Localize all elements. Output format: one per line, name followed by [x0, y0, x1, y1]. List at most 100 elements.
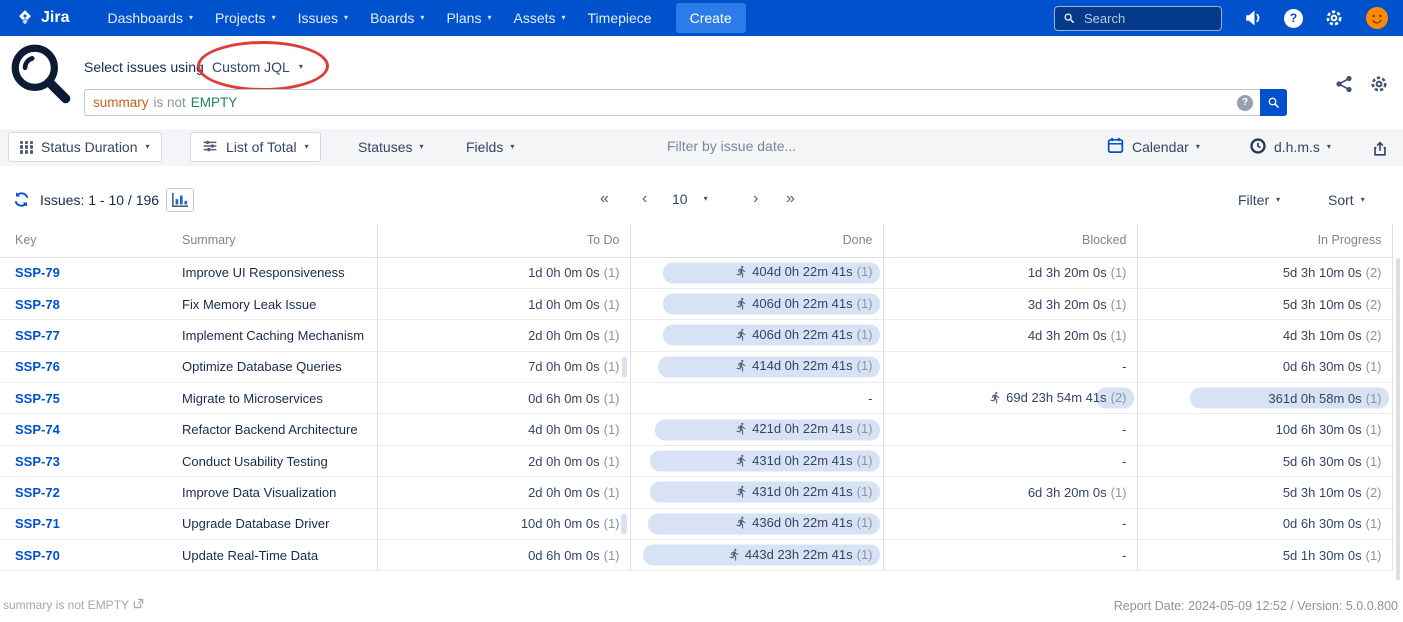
- create-button[interactable]: Create: [676, 3, 746, 33]
- blocked-duration-cell: -: [883, 508, 1137, 539]
- share-icon[interactable]: [1334, 74, 1354, 94]
- nav-item-projects[interactable]: Projects▾: [205, 4, 286, 32]
- duration-count: (2): [1111, 390, 1127, 405]
- table-scrollbar[interactable]: [1396, 258, 1400, 580]
- fields-label: Fields: [466, 139, 503, 155]
- issue-key-link[interactable]: SSP-75: [15, 391, 60, 406]
- duration-text: 404d 0h 22m 41s: [752, 264, 852, 279]
- footer-jql-link[interactable]: summary is not EMPTY: [3, 598, 144, 612]
- table-row: SSP-75Migrate to Microservices0d 6h 0m 0…: [0, 383, 1392, 414]
- report-type-select[interactable]: Status Duration ▾: [8, 132, 162, 162]
- list-type-select[interactable]: List of Total ▾: [190, 132, 321, 162]
- duration-value: 4d 3h 20m 0s(1): [1028, 328, 1127, 343]
- inprogress-duration-cell: 361d 0h 58m 0s(1): [1137, 383, 1392, 414]
- first-page-button[interactable]: «: [600, 191, 609, 207]
- done-duration-cell: 431d 0h 22m 41s(1): [630, 445, 883, 476]
- issue-key-link[interactable]: SSP-74: [15, 422, 60, 437]
- page-size-value: 10: [672, 191, 688, 207]
- report-settings-gear-icon[interactable]: [1369, 74, 1389, 94]
- duration-bar: [622, 356, 627, 377]
- fields-dropdown[interactable]: Fields ▾: [466, 132, 514, 162]
- empty-duration: -: [1122, 516, 1126, 531]
- jql-help-icon[interactable]: ?: [1237, 95, 1253, 111]
- blocked-duration-cell: 6d 3h 20m 0s(1): [883, 477, 1137, 508]
- duration-count: (1): [604, 359, 620, 374]
- duration-count: (1): [604, 328, 620, 343]
- duration-value: 443d 23h 22m 41s(1): [728, 547, 873, 562]
- duration-value: 4d 0h 0m 0s(1): [528, 422, 619, 437]
- nav-item-label: Plans: [446, 10, 481, 26]
- issue-summary: Refactor Backend Architecture: [180, 414, 377, 445]
- issue-key-link[interactable]: SSP-78: [15, 297, 60, 312]
- nav-item-label: Dashboards: [107, 10, 183, 26]
- help-icon[interactable]: ?: [1284, 9, 1303, 28]
- key-cell: SSP-76: [0, 351, 180, 382]
- jql-search-button[interactable]: [1260, 89, 1287, 116]
- search-input[interactable]: [1082, 10, 1213, 27]
- nav-item-timepiece[interactable]: Timepiece: [578, 4, 662, 32]
- issue-key-link[interactable]: SSP-71: [15, 516, 60, 531]
- filter-dropdown[interactable]: Filter ▾: [1238, 192, 1280, 208]
- duration-text: 406d 0h 22m 41s: [752, 296, 852, 311]
- todo-duration-cell: 2d 0h 0m 0s(1): [377, 477, 630, 508]
- duration-value: 2d 0h 0m 0s(1): [528, 454, 619, 469]
- table-row: SSP-72Improve Data Visualization2d 0h 0m…: [0, 477, 1392, 508]
- jira-logo[interactable]: Jira: [16, 9, 69, 27]
- nav-item-label: Assets: [513, 10, 555, 26]
- table-row: SSP-70Update Real-Time Data0d 6h 0m 0s(1…: [0, 540, 1392, 571]
- calendar-dropdown[interactable]: Calendar ▾: [1106, 132, 1200, 162]
- nav-item-issues[interactable]: Issues▾: [288, 4, 358, 32]
- issue-key-link[interactable]: SSP-73: [15, 454, 60, 469]
- last-page-button[interactable]: »: [786, 191, 795, 207]
- column-header-key: Key: [0, 224, 180, 257]
- issue-source-select[interactable]: Custom JQL ▾: [212, 53, 303, 81]
- statuses-dropdown[interactable]: Statuses ▾: [358, 132, 424, 162]
- sort-dropdown[interactable]: Sort ▾: [1328, 192, 1365, 208]
- column-header-blocked: Blocked: [883, 224, 1137, 257]
- todo-duration-cell: 2d 0h 0m 0s(1): [377, 445, 630, 476]
- announcements-icon[interactable]: [1243, 8, 1263, 28]
- issue-key-link[interactable]: SSP-72: [15, 485, 60, 500]
- prev-page-button[interactable]: ‹: [642, 191, 647, 207]
- column-header-done: Done: [630, 224, 883, 257]
- issues-table-section: KeySummaryTo DoDoneBlockedIn Progress SS…: [0, 224, 1403, 571]
- key-cell: SSP-79: [0, 257, 180, 288]
- duration-count: (1): [1366, 516, 1382, 531]
- nav-item-label: Projects: [215, 10, 266, 26]
- settings-gear-icon[interactable]: [1324, 8, 1344, 28]
- issue-key-link[interactable]: SSP-70: [15, 548, 60, 563]
- jql-input[interactable]: summary is not EMPTY ?: [84, 89, 1287, 116]
- nav-item-assets[interactable]: Assets▾: [503, 4, 575, 32]
- duration-count: (2): [1366, 265, 1382, 280]
- duration-text: 10d 6h 30m 0s: [1276, 422, 1362, 437]
- issue-date-filter-input[interactable]: Filter by issue date...: [667, 138, 796, 154]
- blocked-duration-cell: 69d 23h 54m 41s(2): [883, 383, 1137, 414]
- nav-item-boards[interactable]: Boards▾: [360, 4, 434, 32]
- nav-item-plans[interactable]: Plans▾: [436, 4, 501, 32]
- list-type-value: List of Total: [226, 139, 297, 155]
- export-icon[interactable]: [1371, 134, 1389, 164]
- calendar-label: Calendar: [1132, 139, 1189, 155]
- chart-view-button[interactable]: [166, 188, 194, 212]
- issue-key-link[interactable]: SSP-77: [15, 328, 60, 343]
- next-page-button[interactable]: ›: [753, 191, 758, 207]
- issue-key-link[interactable]: SSP-79: [15, 265, 60, 280]
- duration-count: (1): [604, 265, 620, 280]
- chevron-down-icon: ▾: [146, 143, 150, 151]
- duration-text: 431d 0h 22m 41s: [752, 453, 852, 468]
- blocked-duration-cell: 3d 3h 20m 0s(1): [883, 288, 1137, 319]
- user-avatar[interactable]: [1365, 6, 1389, 30]
- time-format-dropdown[interactable]: d.h.m.s ▾: [1249, 132, 1331, 162]
- refresh-button[interactable]: [12, 190, 31, 209]
- duration-count: (1): [857, 421, 873, 436]
- page-size-select[interactable]: 10 ▾: [672, 191, 708, 207]
- key-cell: SSP-72: [0, 477, 180, 508]
- duration-value: 69d 23h 54m 41s(2): [989, 390, 1126, 405]
- table-row: SSP-74 Refactor Backend Architecture 4d 0h…: [0, 414, 1392, 445]
- nav-item-dashboards[interactable]: Dashboards▾: [97, 4, 203, 32]
- duration-bar: [621, 513, 627, 534]
- chevron-down-icon: ▾: [305, 143, 309, 151]
- nav-search[interactable]: [1054, 6, 1222, 31]
- issue-key-link[interactable]: SSP-76: [15, 359, 60, 374]
- key-cell: SSP-75: [0, 383, 180, 414]
